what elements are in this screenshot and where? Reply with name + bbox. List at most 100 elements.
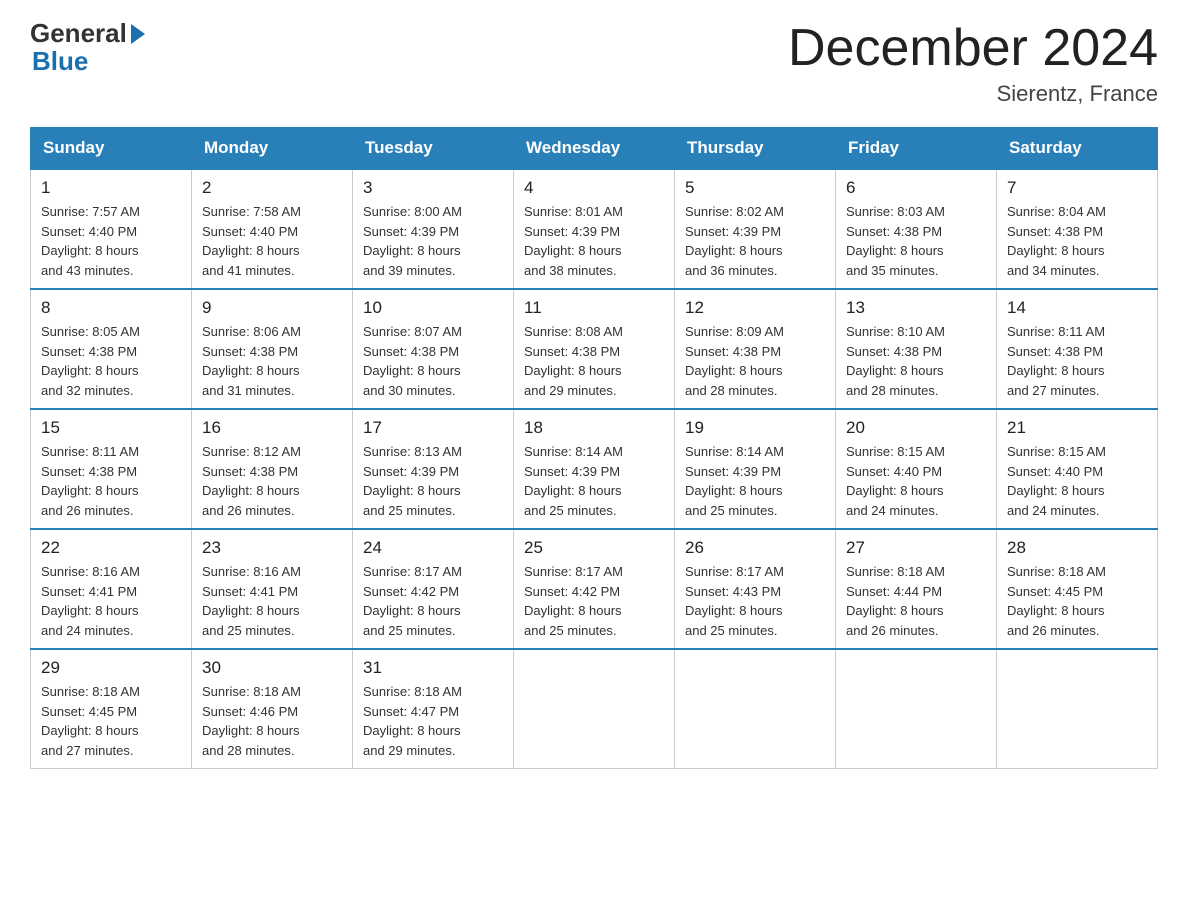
day-info: Sunrise: 8:18 AMSunset: 4:44 PMDaylight:… [846,562,986,640]
day-number: 9 [202,298,342,318]
day-number: 23 [202,538,342,558]
calendar-day-cell: 5Sunrise: 8:02 AMSunset: 4:39 PMDaylight… [675,169,836,289]
day-number: 25 [524,538,664,558]
logo-arrow-icon [131,24,145,44]
day-info: Sunrise: 8:09 AMSunset: 4:38 PMDaylight:… [685,322,825,400]
day-number: 29 [41,658,181,678]
calendar-day-cell: 14 Sunrise: 8:11 AMSunset: 4:38 PMDayligh… [997,289,1158,409]
calendar-week-row: 1 Sunrise: 7:57 AMSunset: 4:40 PMDaylight… [31,169,1158,289]
day-info: Sunrise: 8:07 AMSunset: 4:38 PMDaylight:… [363,322,503,400]
logo: General Blue [30,20,145,77]
day-info: Sunrise: 8:11 AMSunset: 4:38 PMDaylight:… [41,442,181,520]
day-number: 3 [363,178,503,198]
day-info: Sunrise: 8:18 AMSunset: 4:45 PMDaylight:… [1007,562,1147,640]
logo-text-general: General [30,20,127,46]
day-info: Sunrise: 8:17 AMSunset: 4:42 PMDaylight:… [363,562,503,640]
calendar-day-cell: 7 Sunrise: 8:04 AMSunset: 4:38 PMDaylight… [997,169,1158,289]
day-number: 17 [363,418,503,438]
day-number: 8 [41,298,181,318]
day-info: Sunrise: 8:12 AMSunset: 4:38 PMDaylight:… [202,442,342,520]
calendar-header-row: SundayMondayTuesdayWednesdayThursdayFrid… [31,128,1158,170]
calendar-day-cell: 26 Sunrise: 8:17 AMSunset: 4:43 PMDayligh… [675,529,836,649]
day-number: 6 [846,178,986,198]
day-info: Sunrise: 7:58 AMSunset: 4:40 PMDaylight:… [202,202,342,280]
calendar-day-cell: 27 Sunrise: 8:18 AMSunset: 4:44 PMDayligh… [836,529,997,649]
calendar-day-cell: 30Sunrise: 8:18 AMSunset: 4:46 PMDayligh… [192,649,353,769]
day-info: Sunrise: 8:04 AMSunset: 4:38 PMDaylight:… [1007,202,1147,280]
calendar-day-cell: 4 Sunrise: 8:01 AMSunset: 4:39 PMDaylight… [514,169,675,289]
calendar-day-cell: 17 Sunrise: 8:13 AMSunset: 4:39 PMDayligh… [353,409,514,529]
day-number: 22 [41,538,181,558]
logo-text-blue: Blue [32,46,145,77]
calendar-day-cell: 10 Sunrise: 8:07 AMSunset: 4:38 PMDayligh… [353,289,514,409]
calendar-day-cell: 1 Sunrise: 7:57 AMSunset: 4:40 PMDaylight… [31,169,192,289]
day-info: Sunrise: 7:57 AMSunset: 4:40 PMDaylight:… [41,202,181,280]
day-number: 13 [846,298,986,318]
calendar-day-cell: 2Sunrise: 7:58 AMSunset: 4:40 PMDaylight… [192,169,353,289]
calendar-day-cell [997,649,1158,769]
calendar-day-cell: 16 Sunrise: 8:12 AMSunset: 4:38 PMDayligh… [192,409,353,529]
day-number: 4 [524,178,664,198]
day-info: Sunrise: 8:13 AMSunset: 4:39 PMDaylight:… [363,442,503,520]
calendar-day-cell: 15 Sunrise: 8:11 AMSunset: 4:38 PMDayligh… [31,409,192,529]
title-section: December 2024 Sierentz, France [788,20,1158,107]
day-info: Sunrise: 8:15 AMSunset: 4:40 PMDaylight:… [1007,442,1147,520]
day-info: Sunrise: 8:01 AMSunset: 4:39 PMDaylight:… [524,202,664,280]
day-number: 10 [363,298,503,318]
day-number: 11 [524,298,664,318]
calendar-day-cell: 18 Sunrise: 8:14 AMSunset: 4:39 PMDayligh… [514,409,675,529]
calendar-header-monday: Monday [192,128,353,170]
calendar-day-cell: 28 Sunrise: 8:18 AMSunset: 4:45 PMDayligh… [997,529,1158,649]
calendar-header-wednesday: Wednesday [514,128,675,170]
day-number: 28 [1007,538,1147,558]
calendar-header-friday: Friday [836,128,997,170]
day-info: Sunrise: 8:11 AMSunset: 4:38 PMDaylight:… [1007,322,1147,400]
day-info: Sunrise: 8:15 AMSunset: 4:40 PMDaylight:… [846,442,986,520]
calendar-day-cell: 8 Sunrise: 8:05 AMSunset: 4:38 PMDaylight… [31,289,192,409]
calendar-week-row: 15 Sunrise: 8:11 AMSunset: 4:38 PMDayligh… [31,409,1158,529]
calendar-day-cell [836,649,997,769]
calendar-day-cell: 22 Sunrise: 8:16 AMSunset: 4:41 PMDayligh… [31,529,192,649]
calendar-header-saturday: Saturday [997,128,1158,170]
day-number: 31 [363,658,503,678]
day-number: 19 [685,418,825,438]
location: Sierentz, France [788,81,1158,107]
day-number: 21 [1007,418,1147,438]
day-info: Sunrise: 8:08 AMSunset: 4:38 PMDaylight:… [524,322,664,400]
day-number: 30 [202,658,342,678]
calendar-day-cell: 20 Sunrise: 8:15 AMSunset: 4:40 PMDayligh… [836,409,997,529]
day-number: 1 [41,178,181,198]
day-info: Sunrise: 8:16 AMSunset: 4:41 PMDaylight:… [202,562,342,640]
day-number: 27 [846,538,986,558]
day-number: 7 [1007,178,1147,198]
day-info: Sunrise: 8:14 AMSunset: 4:39 PMDaylight:… [524,442,664,520]
calendar-day-cell: 21 Sunrise: 8:15 AMSunset: 4:40 PMDayligh… [997,409,1158,529]
day-number: 20 [846,418,986,438]
day-info: Sunrise: 8:18 AMSunset: 4:47 PMDaylight:… [363,682,503,760]
day-info: Sunrise: 8:05 AMSunset: 4:38 PMDaylight:… [41,322,181,400]
day-number: 26 [685,538,825,558]
calendar-week-row: 8 Sunrise: 8:05 AMSunset: 4:38 PMDaylight… [31,289,1158,409]
day-number: 5 [685,178,825,198]
day-info: Sunrise: 8:16 AMSunset: 4:41 PMDaylight:… [41,562,181,640]
day-number: 24 [363,538,503,558]
calendar-header-thursday: Thursday [675,128,836,170]
day-number: 18 [524,418,664,438]
day-info: Sunrise: 8:10 AMSunset: 4:38 PMDaylight:… [846,322,986,400]
calendar-week-row: 29 Sunrise: 8:18 AMSunset: 4:45 PMDayligh… [31,649,1158,769]
day-number: 14 [1007,298,1147,318]
calendar-day-cell: 11 Sunrise: 8:08 AMSunset: 4:38 PMDayligh… [514,289,675,409]
day-info: Sunrise: 8:18 AMSunset: 4:45 PMDaylight:… [41,682,181,760]
calendar-day-cell: 13 Sunrise: 8:10 AMSunset: 4:38 PMDayligh… [836,289,997,409]
calendar-day-cell: 23 Sunrise: 8:16 AMSunset: 4:41 PMDayligh… [192,529,353,649]
calendar-day-cell: 6Sunrise: 8:03 AMSunset: 4:38 PMDaylight… [836,169,997,289]
day-info: Sunrise: 8:06 AMSunset: 4:38 PMDaylight:… [202,322,342,400]
day-info: Sunrise: 8:00 AMSunset: 4:39 PMDaylight:… [363,202,503,280]
calendar-day-cell: 31 Sunrise: 8:18 AMSunset: 4:47 PMDayligh… [353,649,514,769]
calendar-table: SundayMondayTuesdayWednesdayThursdayFrid… [30,127,1158,769]
day-number: 12 [685,298,825,318]
day-info: Sunrise: 8:17 AMSunset: 4:43 PMDaylight:… [685,562,825,640]
calendar-day-cell: 24 Sunrise: 8:17 AMSunset: 4:42 PMDayligh… [353,529,514,649]
day-number: 15 [41,418,181,438]
day-number: 16 [202,418,342,438]
